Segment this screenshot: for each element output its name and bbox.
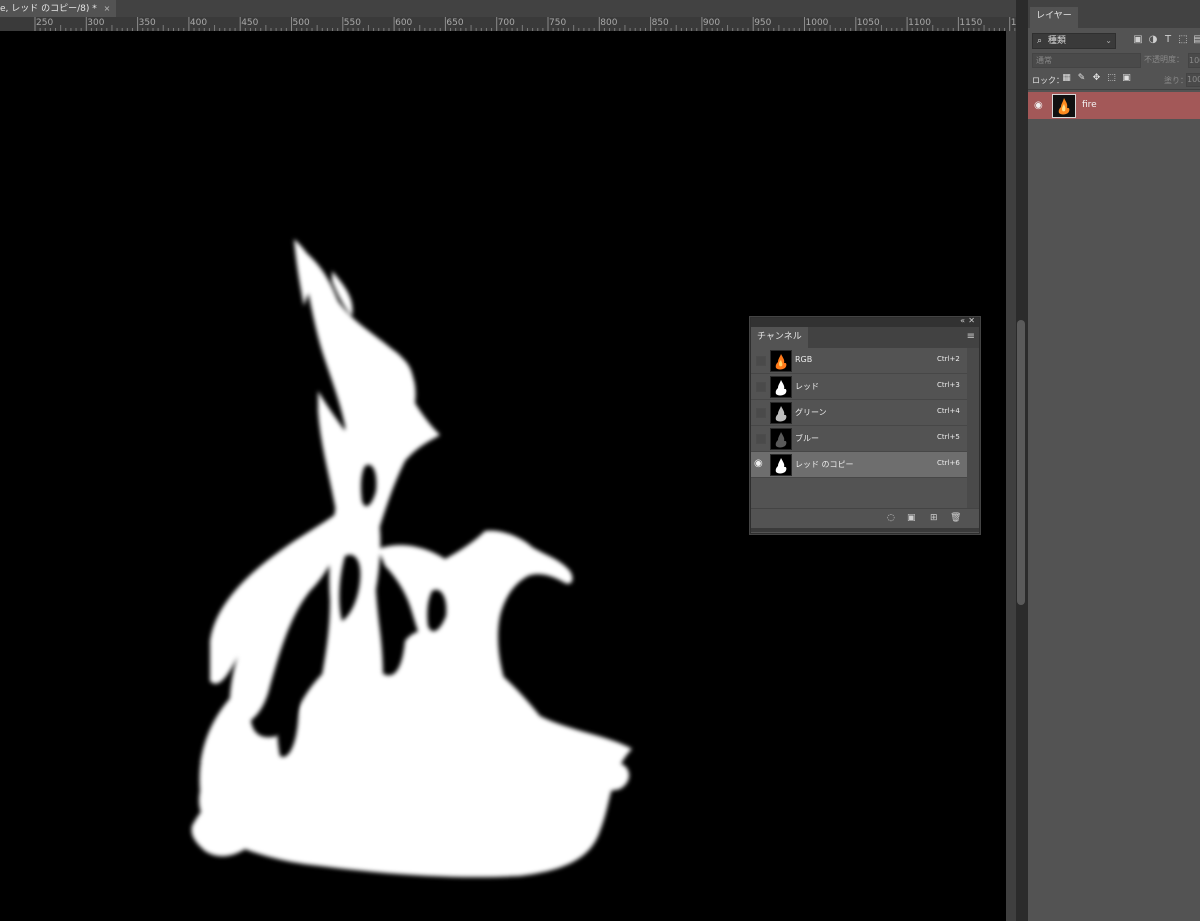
ruler-tick-label: 1150 bbox=[959, 18, 983, 28]
channel-row-red[interactable]: レッド Ctrl+3 bbox=[751, 374, 967, 400]
ruler-tick-label: 600 bbox=[395, 18, 413, 28]
filter-shape-icon[interactable]: ⬚ bbox=[1177, 34, 1189, 46]
filter-type-icon[interactable]: T bbox=[1162, 34, 1174, 46]
lock-label: ロック： bbox=[1032, 76, 1064, 85]
ruler-tick-label: 1100 bbox=[908, 18, 931, 28]
eye-icon[interactable]: ◉ bbox=[1034, 100, 1043, 111]
filter-smartobject-icon[interactable]: ▤ bbox=[1192, 34, 1200, 46]
visibility-toggle[interactable] bbox=[756, 408, 766, 418]
layer-row-fire[interactable]: ◉ fire bbox=[1028, 92, 1200, 119]
close-icon[interactable]: ✕ bbox=[968, 316, 975, 325]
channel-shortcut: Ctrl+6 bbox=[937, 459, 960, 467]
collapse-icon[interactable]: « bbox=[960, 316, 965, 325]
document-tab-title: e, レッド のコピー/8) * bbox=[0, 4, 97, 14]
ruler-tick-label: 450 bbox=[241, 18, 259, 28]
channel-name: RGB bbox=[795, 355, 813, 364]
new-channel-icon[interactable]: ⊞ bbox=[930, 513, 938, 523]
lock-transparent-icon[interactable]: ▦ bbox=[1061, 73, 1072, 84]
horizontal-ruler: 250 300 350 400 450 500 550 600 650 700 750 800 850 9… bbox=[0, 17, 1016, 32]
visibility-toggle[interactable] bbox=[756, 356, 766, 366]
channels-footer: ◌ ▣ ⊞ 🗑 bbox=[751, 508, 979, 529]
save-selection-icon[interactable]: ▣ bbox=[907, 513, 916, 523]
canvas-gutter bbox=[1006, 31, 1016, 921]
close-tab-icon[interactable]: × bbox=[104, 4, 111, 13]
tab-channels[interactable]: チャンネル bbox=[751, 327, 808, 348]
ruler-tick-label: 950 bbox=[754, 18, 772, 28]
opacity-label: 不透明度： bbox=[1144, 55, 1184, 64]
ruler-tick-label: 250 bbox=[36, 18, 54, 28]
channel-name: レッド のコピー bbox=[795, 460, 854, 469]
visibility-toggle[interactable] bbox=[756, 434, 766, 444]
fill-label: 塗り： bbox=[1164, 76, 1188, 85]
ruler-tick-label: 650 bbox=[446, 18, 464, 28]
channels-panel-tabstrip: チャンネル ≡ bbox=[751, 327, 979, 348]
document-tab[interactable]: e, レッド のコピー/8) * × bbox=[0, 0, 117, 17]
opacity-input[interactable]: 100 bbox=[1188, 53, 1200, 68]
channel-thumbnail bbox=[770, 428, 792, 450]
layers-panel: レイヤー ⌕ 種類 ⌄ ▣ ◑ T ⬚ ▤ 通常 不透明度： 100 ロック： … bbox=[1028, 0, 1200, 921]
channels-panel: « ✕ チャンネル ≡ RGB Ctrl+2 レッド Ctrl+3 グリーン C… bbox=[750, 316, 980, 534]
channel-shortcut: Ctrl+3 bbox=[937, 381, 960, 389]
vertical-scrollbar-thumb[interactable] bbox=[1017, 320, 1025, 605]
lock-image-brush-icon[interactable]: ✎ bbox=[1076, 73, 1087, 84]
channel-row-blue[interactable]: ブルー Ctrl+5 bbox=[751, 426, 967, 452]
layer-thumbnail bbox=[1052, 94, 1076, 118]
channel-row-red-copy[interactable]: ◉ レッド のコピー Ctrl+6 bbox=[751, 452, 967, 478]
channel-name: レッド bbox=[795, 382, 819, 391]
ruler-tick-label: 900 bbox=[702, 18, 721, 28]
eye-icon[interactable]: ◉ bbox=[754, 458, 763, 469]
ruler-tick-label: 350 bbox=[138, 18, 156, 28]
ruler-tick-label: 1000 bbox=[805, 18, 829, 28]
lock-position-move-icon[interactable]: ✥ bbox=[1091, 73, 1102, 84]
tab-layers[interactable]: レイヤー bbox=[1030, 7, 1078, 28]
ruler-tick-label: 1050 bbox=[856, 18, 880, 28]
document-tab-bar: e, レッド のコピー/8) * × bbox=[0, 0, 1016, 17]
blend-mode-select[interactable]: 通常 bbox=[1032, 53, 1141, 68]
channel-shortcut: Ctrl+2 bbox=[937, 355, 960, 363]
layer-name: fire bbox=[1082, 100, 1097, 110]
channel-thumbnail bbox=[770, 402, 792, 424]
channels-scroll-area bbox=[967, 348, 979, 508]
ruler-tick-label: 400 bbox=[189, 18, 208, 28]
ruler-tick-label: 500 bbox=[292, 18, 310, 28]
fill-input[interactable]: 100 bbox=[1186, 73, 1200, 87]
chevron-down-icon: ⌄ bbox=[1105, 36, 1112, 45]
ruler-tick-label: 550 bbox=[343, 18, 361, 28]
panel-bottom-edge bbox=[751, 528, 979, 532]
filter-pixel-icon[interactable]: ▣ bbox=[1132, 34, 1144, 46]
ruler-tick-label: 850 bbox=[651, 18, 669, 28]
channel-row-rgb[interactable]: RGB Ctrl+2 bbox=[751, 348, 967, 374]
ruler-tick-label: 800 bbox=[600, 18, 618, 28]
layers-panel-tabstrip: レイヤー bbox=[1028, 0, 1200, 28]
ruler-tick-label: 750 bbox=[549, 18, 567, 28]
trash-icon[interactable]: 🗑 bbox=[950, 513, 961, 523]
lock-artboard-icon[interactable]: ⬚ bbox=[1106, 73, 1117, 84]
layer-filter-label: 種類 bbox=[1047, 36, 1066, 46]
visibility-toggle[interactable] bbox=[756, 382, 766, 392]
channels-panel-titlebar[interactable]: « ✕ bbox=[751, 316, 979, 327]
channel-shortcut: Ctrl+4 bbox=[937, 407, 960, 415]
load-selection-icon[interactable]: ◌ bbox=[887, 513, 895, 523]
ruler-tick-label: 300 bbox=[87, 18, 105, 28]
lock-all-icon[interactable]: ▣ bbox=[1121, 73, 1132, 84]
channel-thumbnail bbox=[770, 350, 792, 372]
ruler-tick-label: 700 bbox=[497, 18, 515, 28]
channel-name: グリーン bbox=[795, 408, 827, 417]
filter-adjustment-icon[interactable]: ◑ bbox=[1147, 34, 1159, 46]
channel-thumbnail bbox=[770, 376, 792, 398]
channel-shortcut: Ctrl+5 bbox=[937, 433, 960, 441]
channel-thumbnail bbox=[770, 454, 792, 476]
channel-name: ブルー bbox=[795, 434, 819, 443]
panel-menu-icon[interactable]: ≡ bbox=[967, 331, 975, 342]
layer-filter-select[interactable]: ⌕ 種類 ⌄ bbox=[1032, 33, 1116, 49]
search-icon: ⌕ bbox=[1037, 36, 1043, 46]
channel-row-green[interactable]: グリーン Ctrl+4 bbox=[751, 400, 967, 426]
divider bbox=[1028, 89, 1200, 90]
